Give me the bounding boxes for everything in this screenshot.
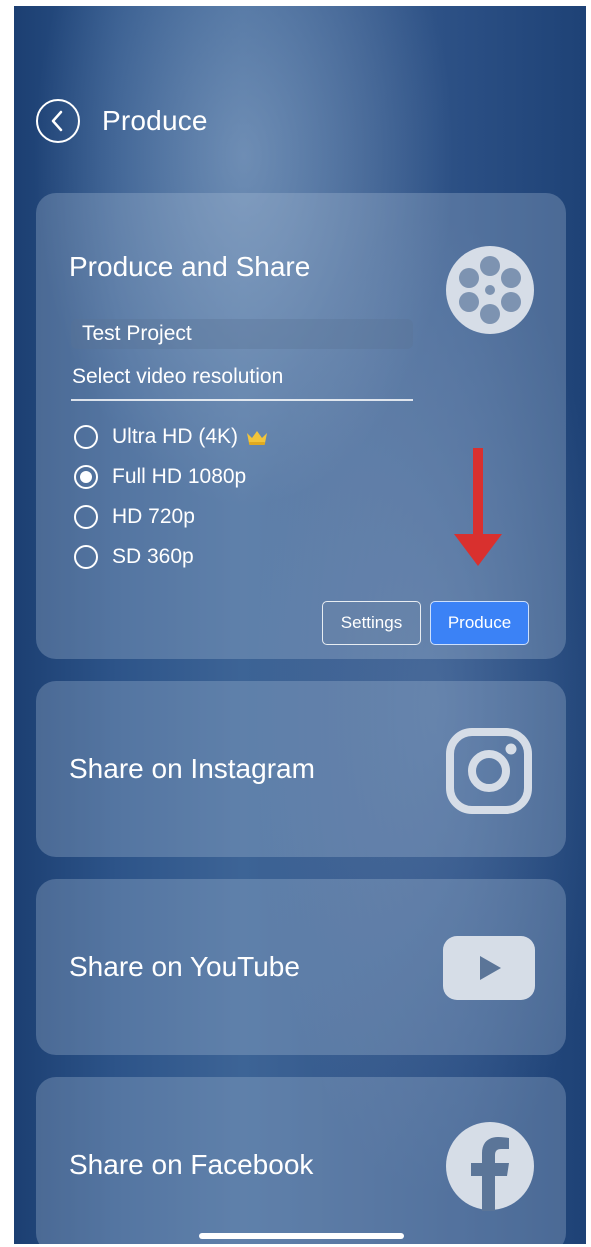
facebook-icon xyxy=(446,1122,534,1211)
share-instagram-card[interactable]: Share on Instagram xyxy=(36,681,566,857)
crown-icon xyxy=(247,431,268,445)
divider xyxy=(71,399,413,401)
radio-button[interactable] xyxy=(74,545,98,569)
radio-button[interactable] xyxy=(74,425,98,449)
home-indicator[interactable] xyxy=(199,1233,404,1239)
resolution-option-4k[interactable]: Ultra HD (4K) xyxy=(74,417,268,457)
chevron-left-icon xyxy=(51,110,63,132)
resolution-options: Ultra HD (4K) Full HD 1080p HD 720p SD 3… xyxy=(74,417,268,577)
instagram-icon xyxy=(446,728,532,814)
resolution-option-720p[interactable]: HD 720p xyxy=(74,497,268,537)
produce-button[interactable]: Produce xyxy=(430,601,529,645)
share-facebook-card[interactable]: Share on Facebook xyxy=(36,1077,566,1244)
share-youtube-card[interactable]: Share on YouTube xyxy=(36,879,566,1055)
radio-label: SD 360p xyxy=(112,545,194,568)
resolution-option-360p[interactable]: SD 360p xyxy=(74,537,268,577)
radio-label: Ultra HD (4K) xyxy=(112,425,239,448)
share-youtube-label: Share on YouTube xyxy=(69,951,300,982)
radio-label: HD 720p xyxy=(112,505,195,528)
app-screen: Produce Produce and Share Test Project S… xyxy=(14,6,586,1244)
resolution-option-1080p[interactable]: Full HD 1080p xyxy=(74,457,268,497)
radio-dot xyxy=(80,471,92,483)
radio-label: Full HD 1080p xyxy=(112,465,247,488)
youtube-icon xyxy=(443,936,535,1000)
header: Produce xyxy=(36,98,208,144)
settings-button[interactable]: Settings xyxy=(322,601,421,645)
share-instagram-label: Share on Instagram xyxy=(69,753,315,784)
film-reel-icon xyxy=(446,246,534,334)
resolution-label: Select video resolution xyxy=(72,365,284,388)
back-button[interactable] xyxy=(36,99,80,143)
produce-share-card: Produce and Share Test Project Select vi… xyxy=(36,193,566,659)
radio-button[interactable] xyxy=(74,505,98,529)
annotation-arrow-icon xyxy=(454,448,502,566)
project-name-field[interactable]: Test Project xyxy=(71,319,413,349)
produce-share-title: Produce and Share xyxy=(69,251,311,282)
radio-button-selected[interactable] xyxy=(74,465,98,489)
share-facebook-label: Share on Facebook xyxy=(69,1149,314,1180)
page-title: Produce xyxy=(102,105,208,136)
